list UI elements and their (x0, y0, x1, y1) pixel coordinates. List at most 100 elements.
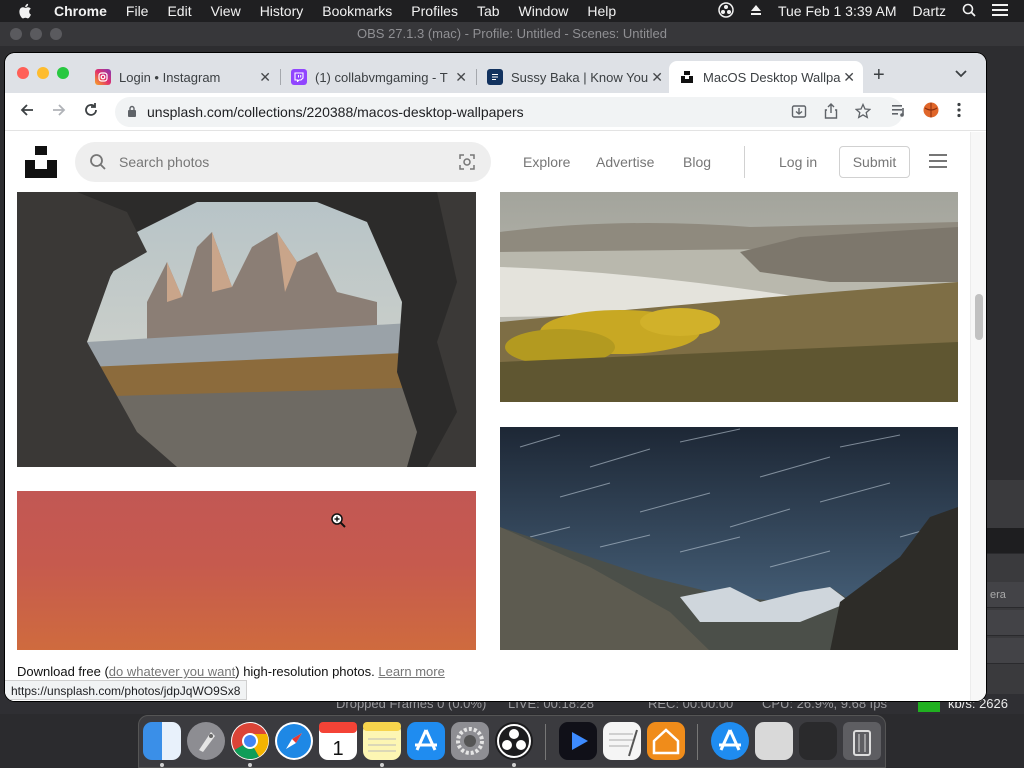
svg-text:1: 1 (332, 738, 343, 760)
tab-instagram[interactable]: Login • Instagram ✕ (85, 61, 279, 93)
kym-icon (487, 69, 503, 85)
close-window-button[interactable] (17, 67, 29, 79)
address-bar[interactable]: unsplash.com/collections/220388/macos-de… (115, 97, 903, 127)
menu-window[interactable]: Window (519, 3, 569, 19)
menu-help[interactable]: Help (587, 3, 616, 19)
home-icon[interactable] (647, 722, 685, 760)
media-player-icon[interactable] (559, 722, 597, 760)
reload-icon[interactable] (83, 102, 99, 122)
scrollbar-thumb[interactable] (975, 294, 983, 340)
close-tab-icon[interactable]: ✕ (259, 69, 271, 86)
unsplash-header: Explore Advertise Blog Log in Submit (5, 132, 970, 192)
unsplash-logo-icon[interactable] (25, 146, 57, 178)
tab-title: (1) collabvmgaming - T (315, 69, 448, 85)
browser-menu-kebab-icon[interactable] (957, 102, 961, 122)
submit-photo-button[interactable]: Submit (839, 146, 910, 178)
license-link[interactable]: do whatever you want (109, 664, 235, 679)
unsplash-page: Explore Advertise Blog Log in Submit Dow… (5, 132, 986, 701)
tab-know-your-meme[interactable]: Sussy Baka | Know You ✕ (477, 61, 671, 93)
share-icon[interactable] (823, 103, 839, 123)
media-playlist-icon[interactable] (891, 102, 907, 122)
banner-middle: ) high-resolution photos. (235, 664, 375, 679)
tab-twitch[interactable]: (1) collabvmgaming - T ✕ (281, 61, 475, 93)
search-input[interactable] (119, 142, 439, 182)
menu-bookmarks[interactable]: Bookmarks (322, 3, 392, 19)
photo-cave-mountains[interactable] (17, 192, 476, 467)
search-icon[interactable] (89, 153, 107, 171)
zoom-window-button[interactable] (57, 67, 69, 79)
apple-menu-icon[interactable] (18, 3, 36, 19)
nav-advertise-link[interactable]: Advertise (596, 154, 654, 170)
tab-unsplash-active[interactable]: MacOS Desktop Wallpa ✕ (669, 61, 863, 93)
close-tab-icon[interactable]: ✕ (651, 69, 663, 86)
forward-arrow-icon[interactable] (51, 102, 67, 122)
url-text[interactable]: unsplash.com/collections/220388/macos-de… (147, 104, 524, 120)
unsplash-icon (679, 69, 695, 85)
nav-blog-link[interactable]: Blog (683, 154, 711, 170)
install-app-icon[interactable] (791, 103, 807, 123)
obs-window-controls (10, 28, 62, 40)
menu-edit[interactable]: Edit (167, 3, 191, 19)
learn-more-link[interactable]: Learn more (378, 664, 444, 679)
obs-status-icon[interactable] (718, 1, 734, 21)
system-preferences-icon[interactable] (451, 722, 489, 760)
menu-chrome[interactable]: Chrome (54, 3, 107, 19)
minimize-window-button[interactable] (37, 67, 49, 79)
calendar-icon[interactable]: 1 (319, 722, 357, 760)
spotlight-search-icon[interactable] (962, 3, 976, 20)
menu-file[interactable]: File (126, 3, 149, 19)
obs-window-title: OBS 27.1.3 (mac) - Profile: Untitled - S… (357, 26, 667, 41)
menu-tab[interactable]: Tab (477, 3, 500, 19)
photo-red-gradient[interactable] (17, 491, 476, 651)
photo-coastal-cliffs[interactable] (500, 192, 958, 402)
finder-icon[interactable] (143, 722, 181, 760)
tab-strip: Login • Instagram ✕ (1) collabvmgaming -… (5, 53, 986, 93)
lock-icon[interactable] (127, 105, 137, 117)
nav-explore-link[interactable]: Explore (523, 154, 570, 170)
chrome-window: Login • Instagram ✕ (1) collabvmgaming -… (5, 53, 986, 701)
obs-icon[interactable] (495, 722, 533, 760)
close-tab-icon[interactable]: ✕ (455, 69, 467, 86)
menu-history[interactable]: History (260, 3, 304, 19)
photo-star-trails[interactable] (500, 427, 958, 651)
back-arrow-icon[interactable] (19, 102, 35, 122)
tab-search-chevron-icon[interactable] (955, 67, 967, 81)
menubar-clock[interactable]: Tue Feb 1 3:39 AM (778, 3, 897, 19)
menu-profiles[interactable]: Profiles (411, 3, 458, 19)
chrome-icon[interactable] (231, 722, 269, 760)
screenshots-stack-icon[interactable] (799, 722, 837, 760)
hamburger-menu-icon[interactable] (929, 154, 947, 168)
banner-prefix: Download free ( (17, 664, 109, 679)
instagram-icon (95, 69, 111, 85)
tab-title: Login • Instagram (119, 69, 221, 85)
visual-search-icon[interactable] (459, 154, 475, 170)
browser-toolbar: unsplash.com/collections/220388/macos-de… (5, 93, 986, 131)
obs-window-titlebar: OBS 27.1.3 (mac) - Profile: Untitled - S… (0, 22, 1024, 46)
control-center-icon[interactable] (992, 3, 1008, 20)
trash-icon[interactable] (843, 722, 881, 760)
textedit-icon[interactable] (603, 722, 641, 760)
twitch-icon (291, 69, 307, 85)
menubar-user[interactable]: Dartz (913, 3, 946, 19)
obs-side-panel: era (986, 480, 1024, 710)
new-tab-plus-icon[interactable]: + (873, 65, 885, 85)
tab-title: MacOS Desktop Wallpa (703, 69, 841, 85)
login-link[interactable]: Log in (779, 154, 817, 170)
menu-view[interactable]: View (211, 3, 241, 19)
profile-avatar[interactable] (923, 102, 939, 122)
header-divider (744, 146, 745, 178)
search-bar[interactable] (75, 142, 491, 182)
eject-icon[interactable] (750, 3, 762, 19)
app-store-icon[interactable] (407, 722, 445, 760)
close-tab-icon[interactable]: ✕ (843, 69, 855, 86)
notes-icon[interactable] (363, 722, 401, 760)
safari-icon[interactable] (275, 722, 313, 760)
macos-dock: 1 (138, 715, 886, 768)
documents-folder-icon[interactable] (755, 722, 793, 760)
app-store-downloads-icon[interactable] (711, 722, 749, 760)
page-scrollbar[interactable] (970, 132, 986, 701)
zoom-in-cursor-icon (331, 513, 346, 528)
bookmark-star-icon[interactable] (854, 102, 872, 123)
launchpad-icon[interactable] (187, 722, 225, 760)
obs-side-row[interactable]: era (986, 582, 1024, 608)
